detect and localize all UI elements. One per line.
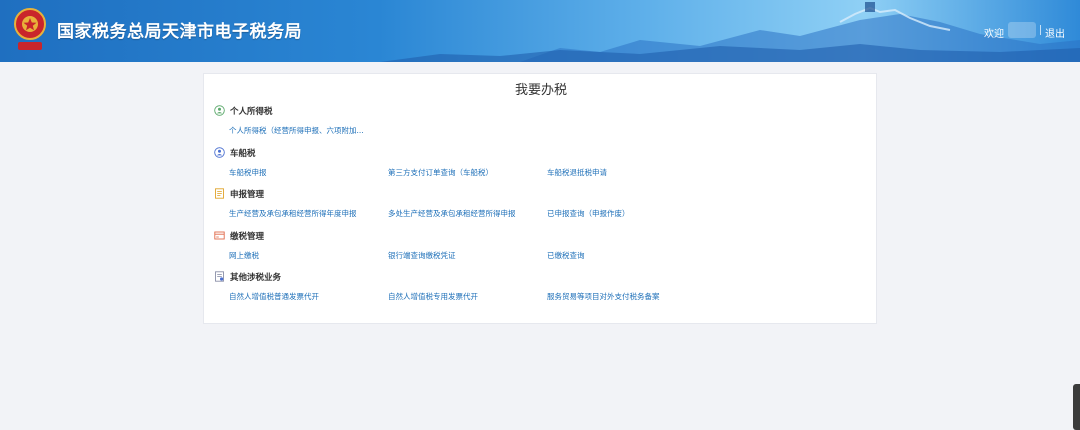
site-title: 国家税务总局天津市电子税务局	[57, 22, 302, 42]
tax-emblem-icon	[14, 8, 46, 50]
top-banner: 国家税务总局天津市电子税务局 欢迎 退出	[0, 0, 1080, 62]
vehicle-tax-icon	[214, 147, 225, 158]
link-vehicle-tax-declare[interactable]: 车船税申报	[229, 167, 267, 178]
header-divider	[1040, 25, 1041, 35]
payment-icon	[214, 231, 225, 240]
link-bank-payment-voucher[interactable]: 银行端查询缴税凭证	[388, 250, 456, 261]
link-third-party-order-query[interactable]: 第三方支付订单查询（车船税）	[388, 167, 493, 178]
user-name-obscured	[1008, 22, 1036, 38]
page-title: 我要办税	[514, 83, 567, 98]
person-tax-icon	[214, 105, 225, 116]
link-multiple-business-income-declare[interactable]: 多处生产经营及承包承租经营所得申报	[388, 208, 516, 219]
welcome-label: 欢迎	[984, 29, 1004, 40]
link-vat-ordinary-invoice[interactable]: 自然人增值税普通发票代开	[229, 291, 319, 302]
link-paid-tax-query[interactable]: 已缴税查询	[547, 250, 585, 261]
logout-link[interactable]: 退出	[1045, 25, 1065, 40]
link-online-payment[interactable]: 网上缴税	[229, 250, 259, 261]
tax-services-panel: 我要办税 个人所得税 个人所得税（经营所得申报、六项附加... 车船税 车船税申…	[203, 73, 877, 324]
declaration-icon	[215, 188, 224, 199]
link-personal-income-tax[interactable]: 个人所得税（经营所得申报、六项附加...	[229, 125, 364, 136]
link-annual-business-income-declare[interactable]: 生产经营及承包承租经营所得年度申报	[229, 208, 357, 219]
side-float-handle[interactable]	[1073, 384, 1080, 430]
link-vehicle-tax-refund[interactable]: 车船税退抵税申请	[547, 167, 607, 178]
other-business-icon	[215, 271, 224, 282]
link-vat-special-invoice[interactable]: 自然人增值税专用发票代开	[388, 291, 478, 302]
link-service-trade-payment-filing[interactable]: 服务贸易等项目对外支付税务备案	[547, 291, 660, 302]
link-declared-query[interactable]: 已申报查询（申报作废）	[547, 208, 630, 219]
